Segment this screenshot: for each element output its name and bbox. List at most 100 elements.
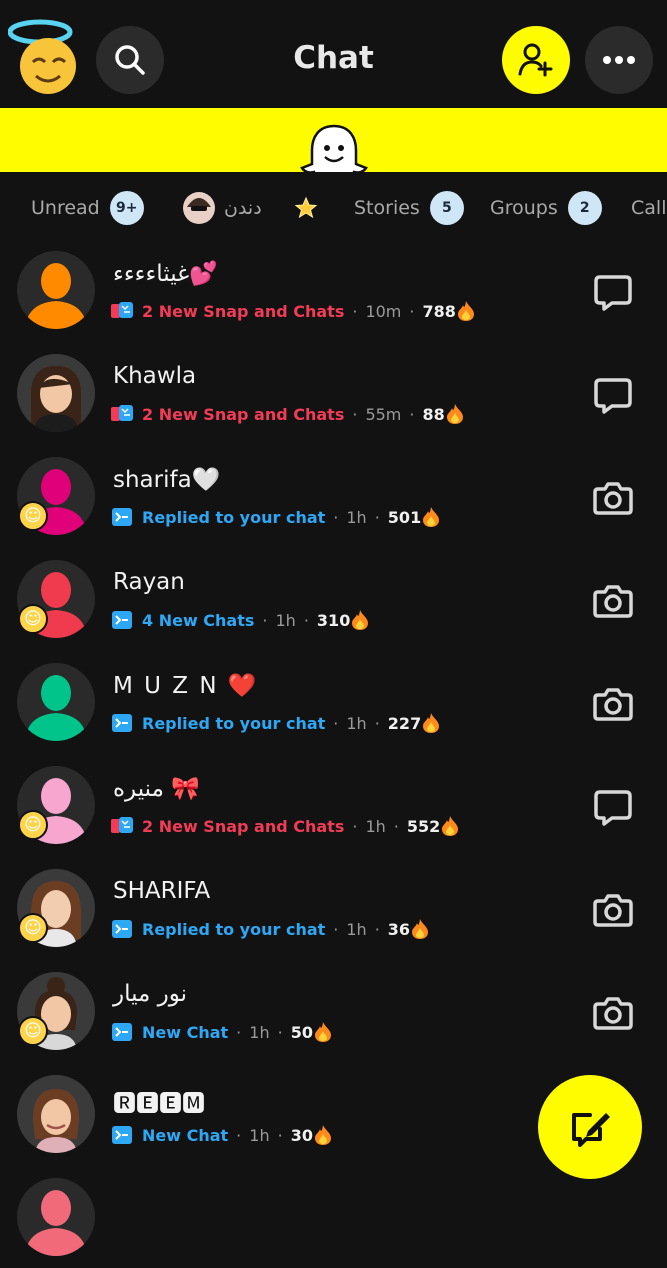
chat-row[interactable]: غيثاءءءء💕 2 New Snap and Chats · 10m · 7…: [0, 238, 667, 341]
chat-meta: 2 New Snap and Chats · 1h · 552: [110, 815, 460, 837]
avatar: [17, 1178, 95, 1256]
chat-bubble-icon[interactable]: [592, 786, 634, 828]
separator-dot: ·: [262, 610, 268, 630]
streak-count: 50: [290, 1022, 313, 1042]
streak-count: 310: [316, 610, 351, 630]
chat-time: 1h: [249, 1125, 270, 1145]
friend-avatar-icon: [183, 192, 215, 224]
camera-icon[interactable]: [592, 580, 634, 622]
friend-emoji-badge: ☺: [18, 1016, 48, 1046]
chat-status: New Chat: [142, 1022, 229, 1042]
bitmoji-avatar: [33, 1089, 79, 1153]
streak-count: 88: [422, 404, 445, 424]
chat-row[interactable]: ☺ نور ميار New Chat · 1h · 50: [0, 959, 667, 1062]
filter-groups[interactable]: Groups 2: [490, 190, 602, 226]
chat-row[interactable]: ☺ Rayan 4 New Chats · 1h · 310: [0, 547, 667, 650]
chat-meta: New Chat · 1h · 30: [110, 1124, 333, 1146]
new-chat-button[interactable]: [538, 1075, 642, 1179]
filter-unread[interactable]: Unread 9+: [31, 190, 144, 226]
camera-icon[interactable]: [592, 477, 634, 519]
chat-meta: 2 New Snap and Chats · 10m · 788: [110, 300, 476, 322]
chat-row[interactable]: Khawla 2 New Snap and Chats · 55m · 88: [0, 341, 667, 444]
fire-icon: [350, 609, 370, 631]
chat-row[interactable]: [0, 1165, 667, 1268]
separator-dot: ·: [333, 713, 339, 733]
filter-star[interactable]: [294, 190, 318, 226]
chat-row[interactable]: ☺ SHARIFA Replied to your chat · 1h · 36: [0, 856, 667, 959]
avatar-silhouette: [17, 251, 95, 329]
separator-dot: ·: [393, 816, 399, 836]
chat-status: Replied to your chat: [142, 507, 326, 527]
chat-row[interactable]: ☺ sharifa🤍 Replied to your chat · 1h · 5…: [0, 444, 667, 547]
separator-dot: ·: [374, 507, 380, 527]
groups-count-badge: 2: [567, 191, 602, 225]
chat-time: 1h: [346, 713, 367, 733]
friend-emoji-badge: ☺: [18, 913, 48, 943]
streak-count: 36: [387, 919, 411, 939]
contact-name: نور ميار: [113, 981, 188, 1007]
more-button[interactable]: [585, 26, 653, 94]
unread-count-badge: 9+: [109, 191, 144, 225]
streak-count: 30: [290, 1125, 313, 1145]
star-icon: [294, 196, 318, 219]
filter-calls[interactable]: Call: [631, 190, 666, 226]
chat-status: 2 New Snap and Chats: [142, 404, 345, 424]
add-friend-icon: [518, 43, 553, 77]
contact-name: SHARIFA: [113, 878, 211, 904]
stories-count-badge: 5: [429, 191, 464, 225]
chat-time: 10m: [365, 301, 402, 321]
chat-time: 1h: [249, 1022, 270, 1042]
filter-label: Call: [631, 197, 667, 219]
filter-label: Groups: [490, 197, 558, 219]
filter-favorite-friend[interactable]: دندن: [182, 190, 262, 226]
separator-dot: ·: [277, 1125, 283, 1145]
snap-and-chat-icon: [110, 404, 134, 424]
add-friend-button[interactable]: [502, 26, 570, 94]
bitmoji-avatar: [31, 366, 81, 432]
chat-status: New Chat: [142, 1125, 229, 1145]
avatar: [17, 251, 95, 329]
new-chat-icon: [572, 1113, 610, 1147]
separator-dot: ·: [374, 713, 380, 733]
chat-meta: Replied to your chat · 1h · 227: [110, 712, 441, 734]
contact-name: Rayan: [113, 569, 185, 595]
snap-and-chat-icon: [110, 301, 134, 321]
chat-row[interactable]: M U Z N ❤️ Replied to your chat · 1h · 2…: [0, 650, 667, 753]
camera-icon[interactable]: [592, 992, 634, 1034]
fire-icon: [410, 918, 430, 940]
separator-dot: ·: [333, 919, 339, 939]
filter-label: دندن: [224, 197, 262, 219]
camera-icon[interactable]: [592, 683, 634, 725]
chat-status: Replied to your chat: [142, 919, 326, 939]
filter-bar: Unread 9+ دندن Stories 5 Groups 2 Call: [0, 178, 667, 238]
avatar-silhouette: [17, 663, 95, 741]
chat-meta: 4 New Chats · 1h · 310: [110, 609, 370, 631]
chat-bubble-icon[interactable]: [592, 271, 634, 313]
chat-icon: [110, 1022, 134, 1042]
avatar: [17, 354, 95, 432]
contact-name: M U Z N ❤️: [113, 673, 259, 699]
snap-and-chat-icon: [110, 816, 134, 836]
chat-time: 1h: [346, 919, 367, 939]
chat-bubble-icon[interactable]: [592, 374, 634, 416]
fire-icon: [313, 1021, 333, 1043]
camera-icon[interactable]: [592, 889, 634, 931]
avatar: [17, 663, 95, 741]
contact-name: sharifa🤍: [113, 467, 221, 493]
fire-icon: [313, 1124, 333, 1146]
ghost-banner[interactable]: [0, 108, 667, 172]
separator-dot: ·: [352, 404, 358, 424]
filter-label: Unread: [31, 197, 100, 219]
separator-dot: ·: [277, 1022, 283, 1042]
chat-status: 4 New Chats: [142, 610, 255, 630]
chat-status: Replied to your chat: [142, 713, 326, 733]
separator-dot: ·: [409, 301, 415, 321]
separator-dot: ·: [352, 301, 358, 321]
fire-icon: [440, 815, 460, 837]
contact-name: Khawla: [113, 363, 197, 389]
chat-row[interactable]: ☺ منيره 🎀 2 New Snap and Chats · 1h · 55…: [0, 753, 667, 856]
separator-dot: ·: [303, 610, 309, 630]
filter-stories[interactable]: Stories 5: [354, 190, 464, 226]
separator-dot: ·: [374, 919, 380, 939]
fire-icon: [445, 403, 465, 425]
